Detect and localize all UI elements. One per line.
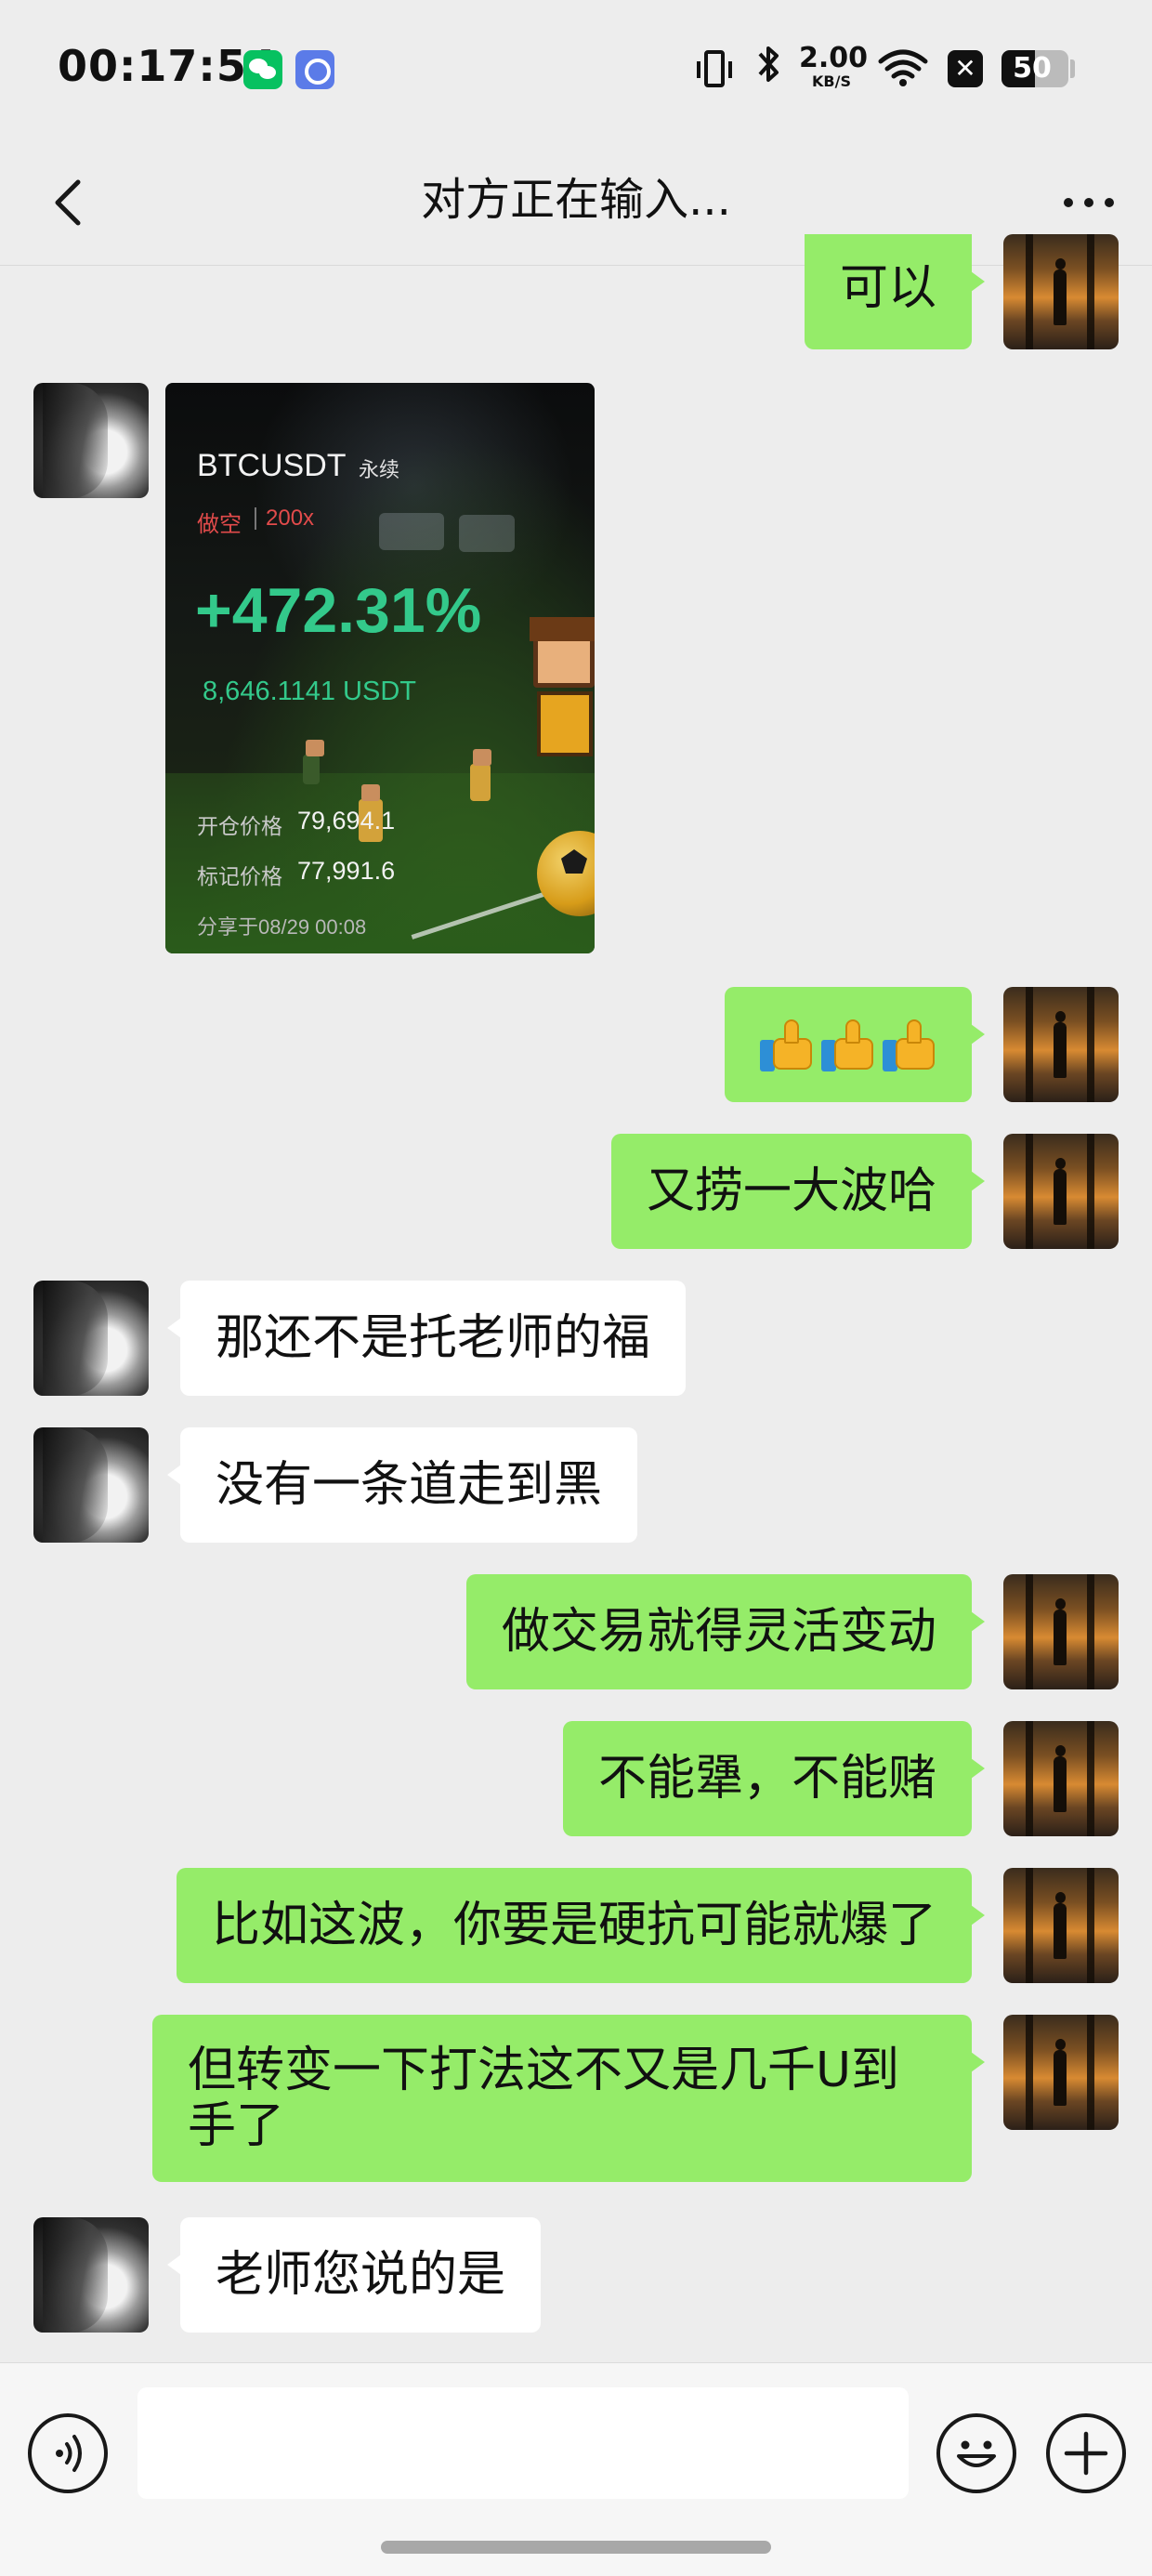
shared-timestamp: 分享于08/29 00:08 (197, 915, 367, 939)
message-bubble[interactable]: 做交易就得灵活变动 (465, 1574, 986, 1689)
status-bar: 00:17:54 2.00 KB/S ✕ 50 (0, 0, 1152, 139)
message-bubble[interactable] (725, 987, 985, 1102)
message-bubble[interactable]: 又捞一大波哈 (610, 1134, 986, 1249)
message-bubble[interactable]: 可以 (804, 234, 986, 349)
avatar[interactable] (33, 2217, 149, 2333)
thumbs-up-icon (760, 1018, 814, 1073)
message-bubble[interactable]: 老师您说的是 (166, 2217, 542, 2333)
wechat-icon (243, 50, 282, 89)
avatar[interactable] (33, 383, 149, 498)
browser-icon (295, 50, 334, 89)
message-bubble[interactable]: 不能犟，不能赌 (562, 1721, 986, 1836)
player-figure (470, 749, 491, 801)
avatar[interactable] (1003, 2015, 1119, 2130)
trade-contract-type: 永续 (359, 458, 400, 481)
thumbs-up-icon (821, 1018, 875, 1073)
avatar[interactable] (33, 1427, 149, 1543)
message-bubble[interactable]: 但转变一下打法这不又是几千U到手了 (152, 2015, 985, 2182)
trade-pnl: 8,646.1141 USDT (203, 677, 416, 706)
trade-roi: +472.31% (195, 575, 482, 646)
stadium-light (379, 513, 444, 550)
avatar[interactable] (1003, 1134, 1119, 1249)
close-app-icon: ✕ (948, 50, 983, 87)
trade-direction: 做空 (197, 512, 242, 537)
network-speed: 2.00 KB/S (799, 42, 869, 97)
wifi-icon (877, 46, 929, 87)
avatar[interactable] (1003, 987, 1119, 1102)
chat-title: 对方正在输入... (421, 174, 731, 226)
divider (255, 507, 256, 530)
avatar[interactable] (1003, 234, 1119, 349)
message-bubble[interactable]: 比如这波，你要是硬抗可能就爆了 (176, 1868, 986, 1983)
entry-price-value: 79,694.1 (297, 807, 396, 835)
battery-tip (1070, 59, 1075, 78)
stadium-light (459, 515, 515, 552)
trade-leverage: 200x (266, 506, 315, 531)
plus-icon[interactable] (1046, 2413, 1126, 2493)
message-input[interactable] (137, 2387, 909, 2499)
player-figure (303, 740, 324, 784)
chat-header: 对方正在输入... (0, 139, 1152, 266)
avatar[interactable] (1003, 1721, 1119, 1836)
more-icon[interactable] (1059, 184, 1119, 221)
avatar[interactable] (33, 1281, 149, 1396)
mark-price-label: 标记价格 (197, 864, 282, 888)
battery-level: 50 (1013, 52, 1052, 85)
bluetooth-icon (756, 41, 782, 93)
message-bubble[interactable]: 没有一条道走到黑 (166, 1427, 638, 1543)
vibrate-icon (697, 50, 732, 87)
player-figure (524, 617, 595, 808)
emoji-icon[interactable] (936, 2413, 1016, 2493)
trade-symbol: BTCUSDT (197, 448, 347, 483)
network-speed-value: 2.00 (799, 42, 869, 74)
avatar[interactable] (1003, 1868, 1119, 1983)
network-speed-unit: KB/S (812, 72, 851, 90)
battery-icon: 50 (1001, 50, 1068, 87)
thumbs-up-icon (883, 1018, 936, 1073)
message-bubble[interactable]: 那还不是托老师的福 (166, 1281, 687, 1396)
entry-price-label: 开仓价格 (197, 814, 282, 838)
trade-share-card[interactable]: BTCUSDT 永续 做空 200x +472.31% 8,646.1141 U… (165, 383, 595, 953)
mark-price-value: 77,991.6 (297, 857, 396, 885)
voice-icon[interactable] (28, 2413, 108, 2493)
home-indicator[interactable] (381, 2541, 771, 2554)
avatar[interactable] (1003, 1574, 1119, 1689)
